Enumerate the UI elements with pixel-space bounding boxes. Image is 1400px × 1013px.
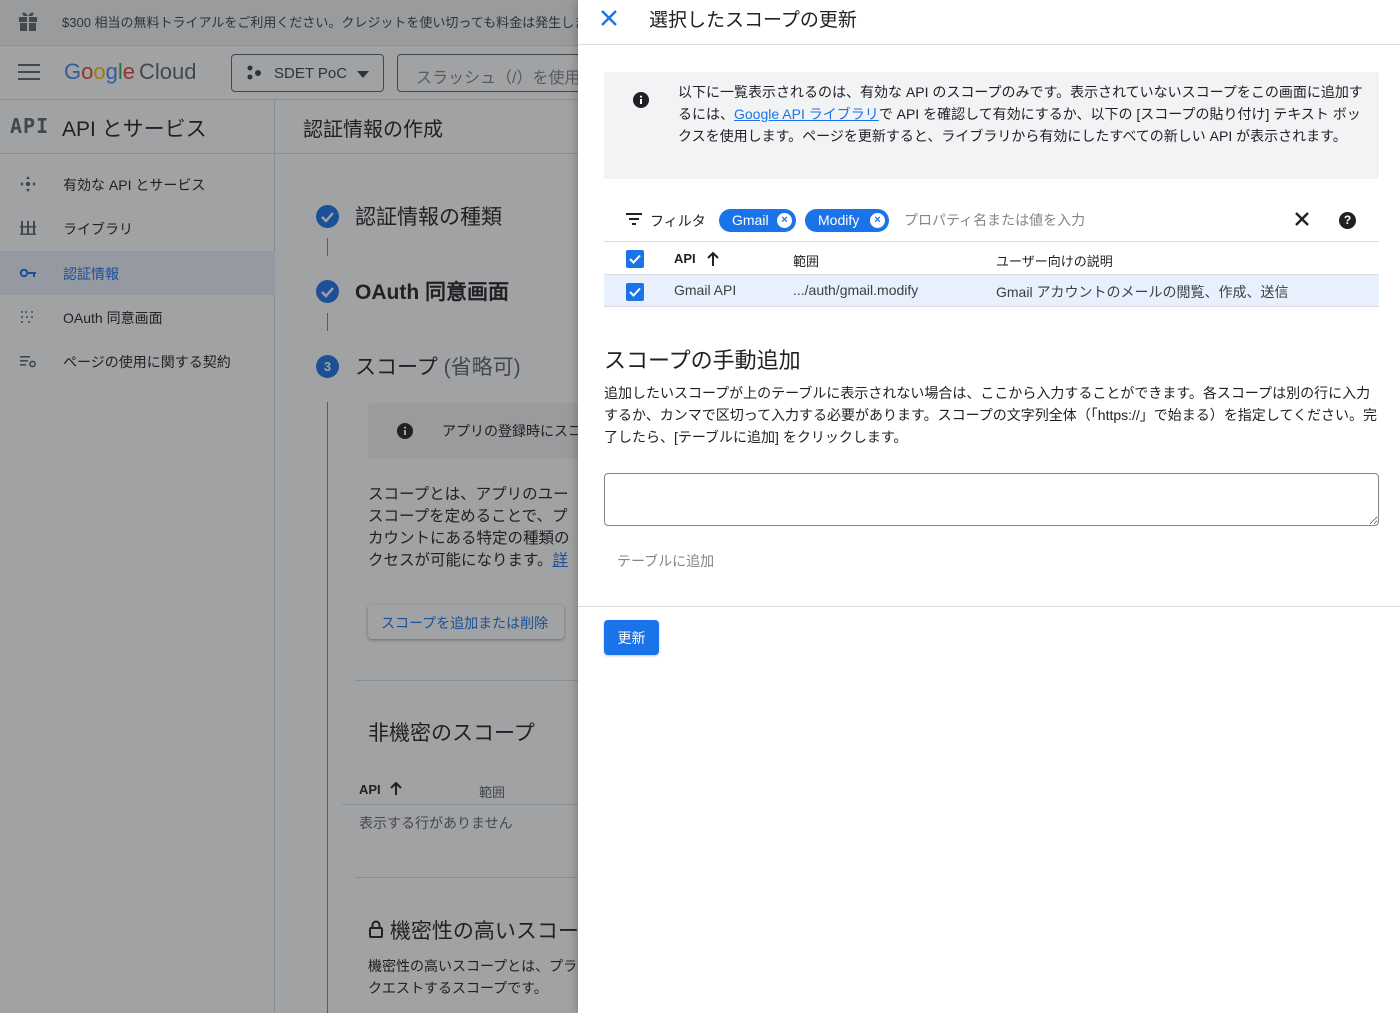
manual-scopes-textarea[interactable] bbox=[604, 473, 1379, 526]
column-header-description[interactable]: ユーザー向けの説明 bbox=[996, 251, 1113, 270]
filter-chip-modify[interactable]: Modify × bbox=[805, 209, 889, 232]
filter-chip-gmail[interactable]: Gmail × bbox=[719, 209, 796, 232]
table-header-row: API 範囲 ユーザー向けの説明 bbox=[604, 242, 1379, 275]
cell-description: Gmail アカウントのメールの閲覧、作成、送信 bbox=[996, 284, 1289, 300]
manual-add-description: 追加したいスコープが上のテーブルに表示されない場合は、ここから入力することができ… bbox=[604, 385, 1377, 445]
cell-scope: .../auth/gmail.modify bbox=[793, 282, 919, 298]
chip-remove-icon[interactable]: × bbox=[870, 213, 885, 228]
clear-filter-icon[interactable] bbox=[1294, 211, 1310, 232]
column-header-api[interactable]: API bbox=[674, 251, 696, 266]
filter-input[interactable] bbox=[904, 208, 1274, 232]
info-icon bbox=[633, 92, 649, 113]
scopes-table: API 範囲 ユーザー向けの説明 Gmail API .../auth/gmai… bbox=[604, 242, 1379, 307]
help-icon[interactable]: ? bbox=[1339, 212, 1356, 229]
filter-label: フィルタ bbox=[650, 213, 706, 229]
table-row[interactable]: Gmail API .../auth/gmail.modify Gmail アカ… bbox=[604, 275, 1379, 307]
update-scopes-panel: 選択したスコープの更新 以下に一覧表示されるのは、有効な API のスコープのみ… bbox=[578, 0, 1400, 1013]
google-api-library-link[interactable]: Google API ライブラリ bbox=[734, 106, 879, 122]
add-to-table-button[interactable]: テーブルに追加 bbox=[604, 545, 727, 577]
cell-api: Gmail API bbox=[674, 282, 737, 298]
panel-title: 選択したスコープの更新 bbox=[649, 10, 857, 31]
divider bbox=[578, 44, 1400, 45]
update-button[interactable]: 更新 bbox=[604, 620, 659, 655]
filter-icon bbox=[626, 212, 642, 231]
row-checkbox[interactable] bbox=[626, 283, 644, 301]
select-all-checkbox[interactable] bbox=[626, 250, 644, 268]
arrow-up-icon[interactable] bbox=[706, 251, 720, 272]
manual-add-title: スコープの手動追加 bbox=[604, 348, 801, 373]
scope-info-box: 以下に一覧表示されるのは、有効な API のスコープのみです。表示されていないス… bbox=[604, 72, 1379, 179]
chip-remove-icon[interactable]: × bbox=[777, 213, 792, 228]
divider bbox=[578, 606, 1400, 607]
column-header-scope[interactable]: 範囲 bbox=[793, 251, 819, 270]
close-icon[interactable] bbox=[598, 7, 620, 29]
filter-bar: フィルタ Gmail × Modify × ? bbox=[604, 198, 1379, 242]
